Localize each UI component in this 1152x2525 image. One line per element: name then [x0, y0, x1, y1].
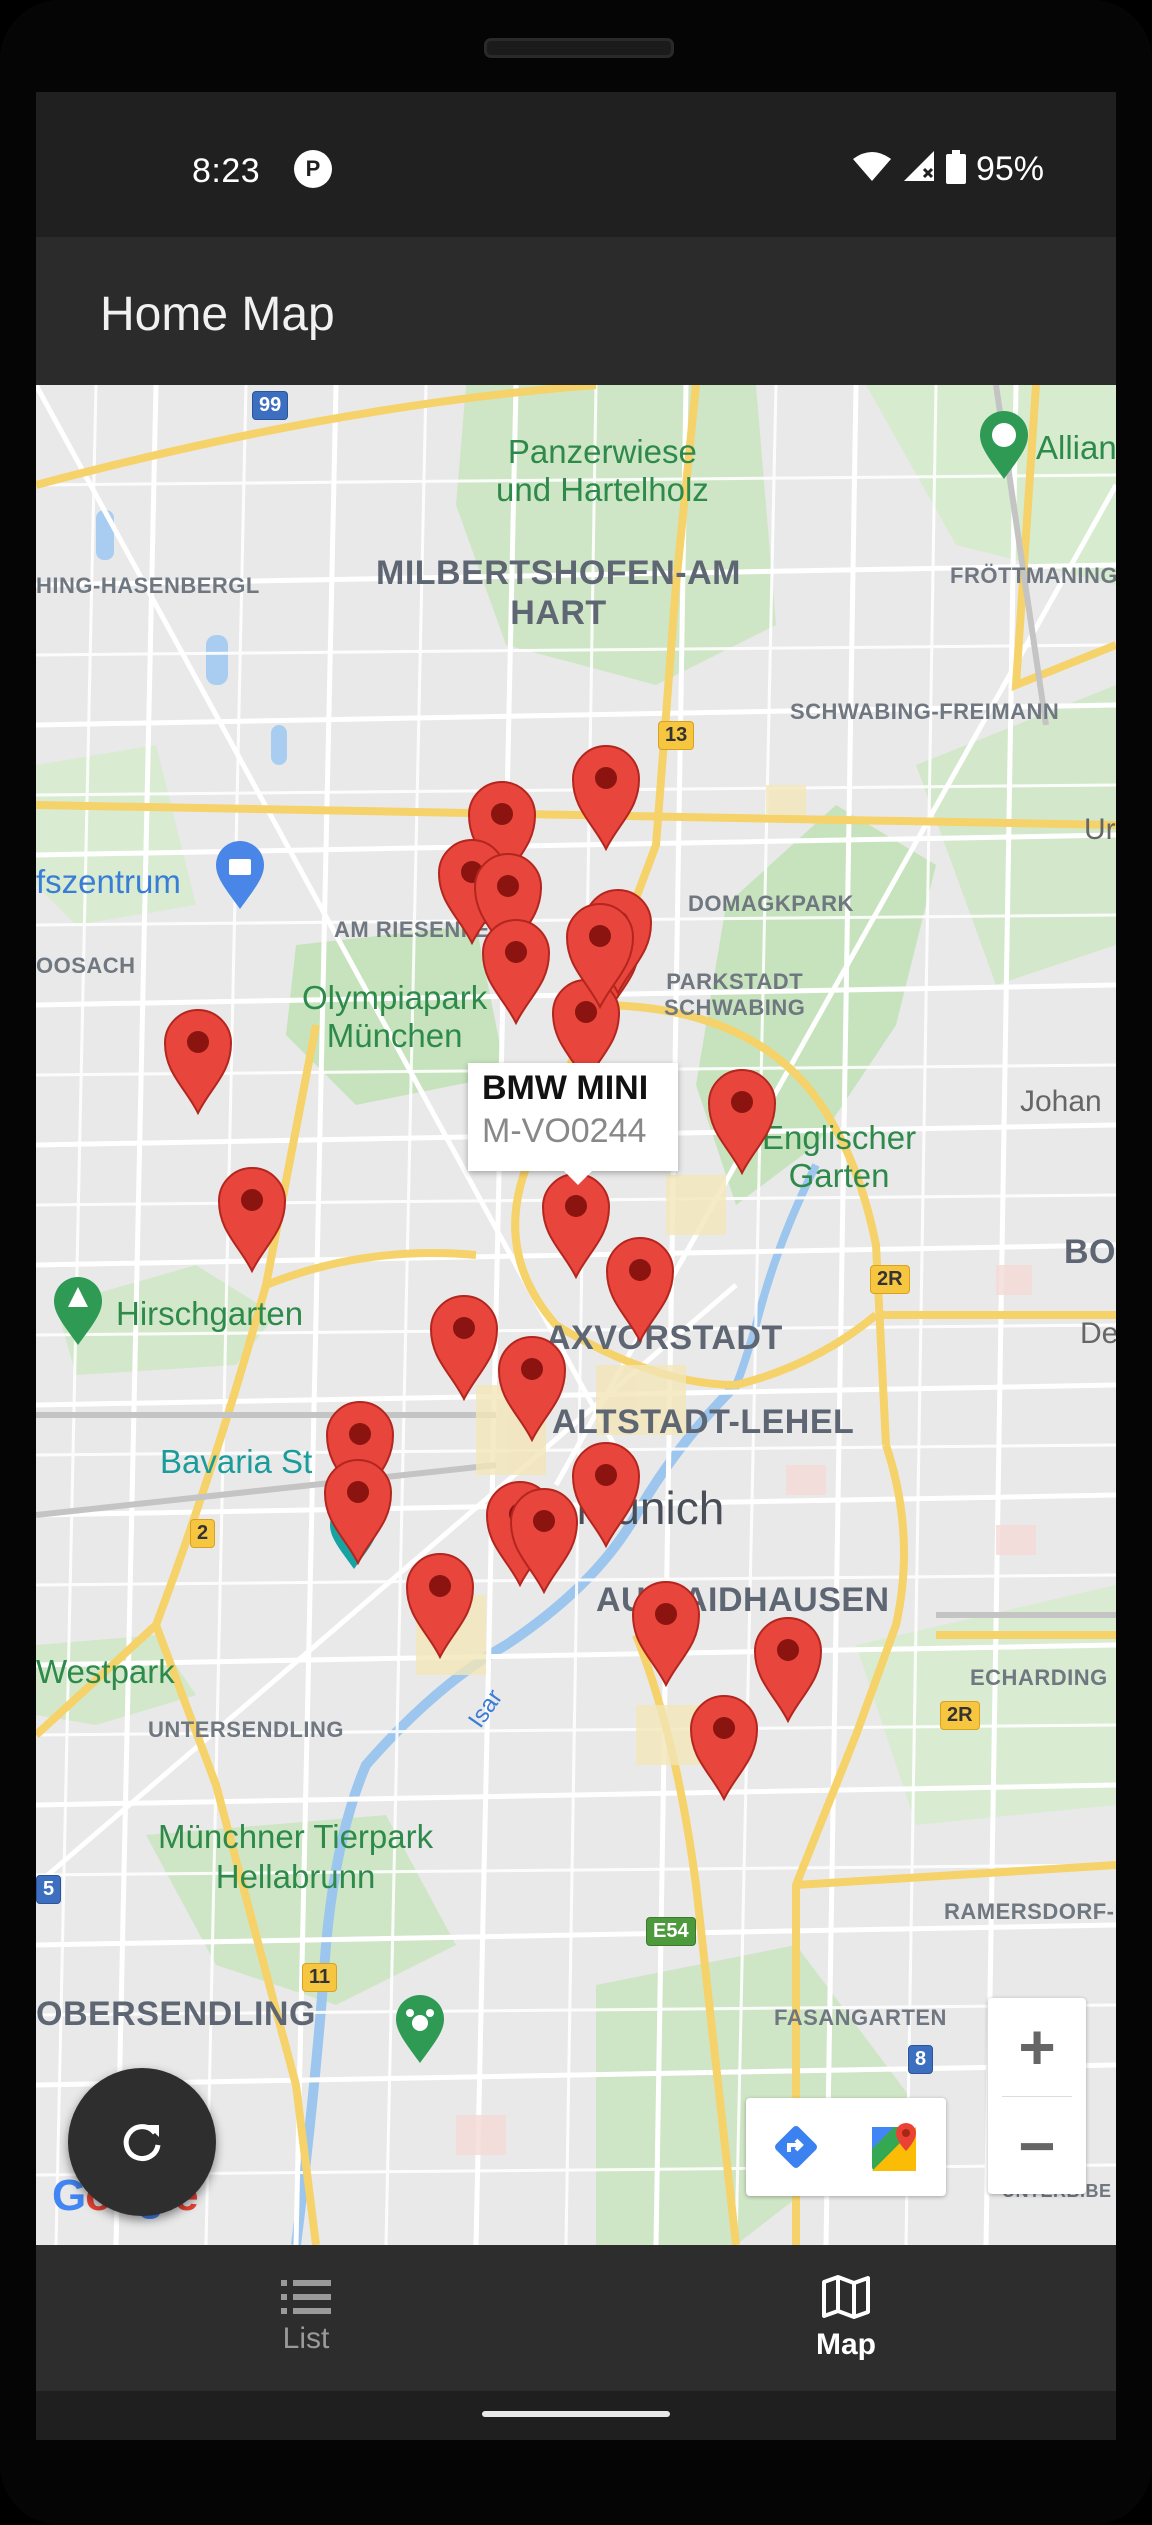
vehicle-marker-icon[interactable] [217, 1165, 287, 1273]
shopping-poi-icon [214, 841, 266, 916]
map-label-johan: Johan [1020, 1085, 1102, 1118]
map-label-obersendling: OBERSENDLING [36, 1995, 316, 2033]
battery-icon [945, 150, 966, 189]
map-label-hirschgarten: Hirschgarten [116, 1295, 304, 1332]
vehicle-marker-icon[interactable] [571, 1440, 641, 1548]
map-label-ramersdorf: RAMERSDORF-P [944, 1899, 1116, 1924]
vehicle-marker-icon[interactable] [571, 743, 641, 851]
vehicle-marker-icon[interactable] [605, 1235, 675, 1343]
road-shield-8: 8 [908, 2045, 934, 2074]
page-title: Home Map [100, 288, 335, 341]
zoom-out-button[interactable]: − [988, 2097, 1086, 2195]
vehicle-marker-icon[interactable] [429, 1293, 499, 1401]
status-time: 8:23 [192, 152, 261, 190]
map-view[interactable]: Panzerwiese und Hartelholz MILBERTSHOFEN… [36, 385, 1116, 2245]
map-label-tierpark: Münchner Tierpark Hellabrunn [158, 1818, 434, 1895]
map-label-bavaria: Bavaria St [160, 1443, 313, 1480]
vehicle-marker-icon[interactable] [689, 1693, 759, 1801]
bottom-navigation: List Map [36, 2245, 1116, 2391]
map-label-olympiapark: Olympiapark München [302, 979, 488, 1054]
directions-button[interactable] [746, 2098, 846, 2196]
nav-item-list[interactable]: List [36, 2245, 576, 2391]
road-shield-13: 13 [658, 721, 695, 750]
nav-label-list: List [282, 2322, 330, 2355]
map-label-untersendling: UNTERSENDLING [148, 1717, 344, 1742]
map-label-allianz: Allian [1036, 429, 1116, 466]
map-label-domagkpark: DOMAGKPARK [688, 891, 854, 916]
stadium-poi-icon [978, 411, 1030, 486]
road-shield-2r-b: 2R [940, 1701, 980, 1730]
road-shield-e54: E54 [646, 1917, 696, 1946]
map-label-panzerwiese: Panzerwiese und Hartelholz [496, 433, 709, 508]
nav-label-map: Map [816, 2328, 876, 2361]
map-label-westpark: Westpark [36, 1653, 175, 1690]
vehicle-marker-icon[interactable] [509, 1486, 579, 1594]
status-icons: 95% [852, 150, 1044, 189]
notification-icon: P [294, 150, 332, 188]
gesture-handle[interactable] [482, 2411, 670, 2417]
status-bar: 8:23 P 95% [36, 92, 1116, 237]
vehicle-marker-icon[interactable] [163, 1007, 233, 1115]
map-label-schwabing-freimann: SCHWABING-FREIMANN [790, 699, 1060, 724]
device-frame: 8:23 P 95% Home Map Panzerwiese und Hart… [0, 0, 1152, 2525]
map-label-altstadt-lehel: ALTSTADT-LEHEL [552, 1403, 855, 1441]
screen: 8:23 P 95% Home Map Panzerwiese und Hart… [36, 92, 1116, 2440]
map-toolbar [746, 2098, 946, 2196]
map-label-hasenbergl: HING-HASENBERGL [36, 573, 260, 598]
gesture-bar [36, 2391, 1116, 2440]
map-label-einkaufszentrum: fszentrum [36, 863, 181, 900]
vehicle-marker-icon[interactable] [405, 1551, 475, 1659]
vehicle-marker-icon[interactable] [323, 1457, 393, 1565]
zoom-controls: + − [988, 1998, 1086, 2194]
directions-icon [775, 2126, 817, 2168]
map-label-fasangarten: FASANGARTEN [774, 2005, 947, 2030]
zoo-poi-icon [394, 1995, 446, 2070]
road-shield-a99: 99 [252, 391, 289, 420]
map-label-de: De [1080, 1317, 1116, 1350]
map-label-echarding: ECHARDING [970, 1665, 1108, 1690]
road-shield-11: 11 [302, 1963, 338, 1992]
speaker-grille [484, 38, 674, 58]
map-icon [822, 2275, 870, 2319]
marker-info-window[interactable]: BMW MINI M-VO0244 [468, 1063, 678, 1185]
map-label-bo: BO [1064, 1233, 1116, 1271]
map-label-parkstadt: PARKSTADT SCHWABING [664, 969, 806, 1020]
vehicle-marker-icon[interactable] [497, 1334, 567, 1442]
vehicle-marker-icon[interactable] [753, 1615, 823, 1723]
road-shield-2r-a: 2R [870, 1265, 910, 1294]
vehicle-marker-icon[interactable] [541, 1171, 611, 1279]
map-label-froettmaning: FRÖTTMANING [950, 563, 1116, 588]
vehicle-marker-icon[interactable] [707, 1067, 777, 1175]
wifi-icon [852, 151, 892, 188]
list-icon [281, 2280, 331, 2314]
refresh-icon [123, 2124, 161, 2162]
cell-signal-icon [902, 151, 936, 188]
nav-item-map[interactable]: Map [576, 2245, 1116, 2391]
zoom-in-button[interactable]: + [988, 1998, 1086, 2096]
battery-percent: 95% [975, 150, 1044, 188]
vehicle-marker-icon[interactable] [565, 901, 635, 1009]
road-shield-5: 5 [36, 1875, 62, 1904]
app-bar: Home Map [36, 237, 1116, 385]
road-shield-2: 2 [190, 1519, 216, 1548]
info-window-title: BMW MINI [482, 1069, 649, 1107]
info-window-subtitle: M-VO0244 [482, 1112, 647, 1150]
vehicle-marker-icon[interactable] [631, 1579, 701, 1687]
map-label-englischer-garten: Englischer Garten [762, 1119, 917, 1194]
park-poi-icon [52, 1277, 104, 1352]
vehicle-marker-icon[interactable] [481, 917, 551, 1025]
map-label-milbertshofen: MILBERTSHOFEN-AM HART [376, 554, 741, 632]
map-label-ur: Ur [1084, 813, 1116, 846]
map-label-oosach: OOSACH [36, 953, 136, 978]
refresh-button[interactable] [68, 2068, 216, 2216]
open-in-maps-button[interactable] [846, 2098, 946, 2196]
google-maps-icon [872, 2123, 916, 2171]
